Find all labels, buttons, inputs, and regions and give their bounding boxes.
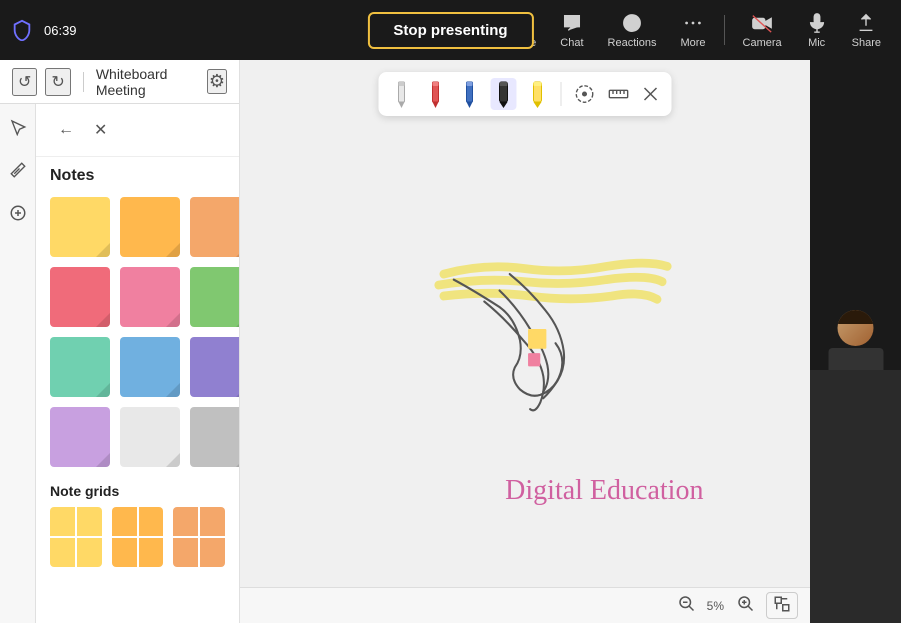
drawing-tools-bar bbox=[379, 72, 672, 116]
nav-reactions-label: Reactions bbox=[608, 37, 657, 49]
notes-grid bbox=[36, 189, 239, 475]
zoom-bar: 5% bbox=[240, 587, 810, 623]
grid-item-yellow[interactable] bbox=[50, 507, 102, 567]
panel-back-button[interactable]: ← bbox=[54, 117, 78, 143]
select-tool-button[interactable] bbox=[5, 114, 31, 145]
ruler-button[interactable] bbox=[606, 81, 632, 107]
shield-icon bbox=[10, 18, 34, 42]
redo-button[interactable]: ↻ bbox=[45, 68, 70, 96]
note-red[interactable] bbox=[50, 267, 110, 327]
note-gray[interactable] bbox=[190, 407, 239, 467]
white-pencil-button[interactable] bbox=[389, 78, 415, 110]
top-bar-left: 06:39 bbox=[10, 18, 90, 42]
pen-tool-button[interactable] bbox=[5, 157, 31, 188]
lasso-select-button[interactable] bbox=[572, 81, 598, 107]
note-gray-light[interactable] bbox=[120, 407, 180, 467]
nav-more-label: More bbox=[680, 37, 705, 49]
nav-mic-button[interactable]: Mic bbox=[796, 6, 838, 55]
top-bar: 06:39 Stop presenting People Chat bbox=[0, 0, 901, 60]
close-tools-button[interactable] bbox=[640, 83, 662, 105]
stop-presenting-button[interactable]: Stop presenting bbox=[367, 12, 533, 49]
yellow-marker-button[interactable] bbox=[525, 78, 551, 110]
left-panel: ↺ ↻ Whiteboard Meeting ⚙ bbox=[0, 60, 240, 623]
nav-reactions-button[interactable]: Reactions bbox=[598, 6, 667, 55]
settings-button[interactable]: ⚙ bbox=[207, 69, 227, 94]
time-display: 06:39 bbox=[44, 23, 77, 38]
nav-mic-label: Mic bbox=[808, 37, 825, 49]
nav-camera-button[interactable]: Camera bbox=[733, 6, 792, 55]
nav-camera-label: Camera bbox=[743, 37, 782, 49]
note-orange[interactable] bbox=[190, 197, 239, 257]
zoom-fit-button[interactable] bbox=[766, 592, 798, 619]
notes-section-title: Notes bbox=[36, 157, 239, 189]
camera-view bbox=[810, 60, 901, 623]
right-panel bbox=[810, 60, 901, 623]
note-purple[interactable] bbox=[190, 337, 239, 397]
toolbar-divider bbox=[83, 72, 84, 92]
meeting-title: Whiteboard Meeting bbox=[96, 66, 199, 98]
undo-button[interactable]: ↺ bbox=[12, 68, 37, 96]
panel-scroll[interactable]: Notes Note grids bbox=[36, 157, 239, 623]
blue-pencil-button[interactable] bbox=[457, 78, 483, 110]
top-bar-right: People Chat Reactions M bbox=[492, 6, 891, 55]
zoom-out-button[interactable] bbox=[671, 592, 701, 619]
zoom-level-display: 5% bbox=[707, 599, 724, 613]
grid-item-yellow2[interactable] bbox=[112, 507, 164, 567]
note-blue[interactable] bbox=[120, 337, 180, 397]
main-area: ↺ ↻ Whiteboard Meeting ⚙ bbox=[0, 60, 901, 623]
drawing-overlay bbox=[240, 60, 810, 587]
digital-education-text: Digital Education bbox=[505, 475, 703, 507]
whiteboard-canvas[interactable]: Digital Education bbox=[240, 60, 810, 587]
panel-toolbar: ← ✕ bbox=[0, 104, 239, 157]
add-tool-button[interactable] bbox=[5, 200, 31, 231]
note-pink[interactable] bbox=[120, 267, 180, 327]
red-pencil-button[interactable] bbox=[423, 78, 449, 110]
grids-row bbox=[36, 503, 239, 571]
note-grids-title: Note grids bbox=[36, 475, 239, 503]
nav-chat-button[interactable]: Chat bbox=[550, 6, 593, 55]
note-green[interactable] bbox=[190, 267, 239, 327]
whiteboard-area: Digital Education 5% bbox=[240, 60, 810, 623]
grid-item-orange[interactable] bbox=[173, 507, 225, 567]
note-teal[interactable] bbox=[50, 337, 110, 397]
nav-chat-label: Chat bbox=[560, 37, 583, 49]
zoom-in-button[interactable] bbox=[730, 592, 760, 619]
nav-share-label: Share bbox=[852, 37, 881, 49]
note-yellow-2[interactable] bbox=[120, 197, 180, 257]
black-marker-button[interactable] bbox=[491, 78, 517, 110]
stop-presenting-wrap: Stop presenting bbox=[367, 12, 533, 49]
note-lavender[interactable] bbox=[50, 407, 110, 467]
panel-second-bar: ↺ ↻ Whiteboard Meeting ⚙ bbox=[0, 60, 239, 104]
panel-close-button[interactable]: ✕ bbox=[90, 116, 111, 144]
note-yellow-1[interactable] bbox=[50, 197, 110, 257]
nav-share-button[interactable]: Share bbox=[842, 6, 891, 55]
nav-more-button[interactable]: More bbox=[670, 6, 715, 55]
